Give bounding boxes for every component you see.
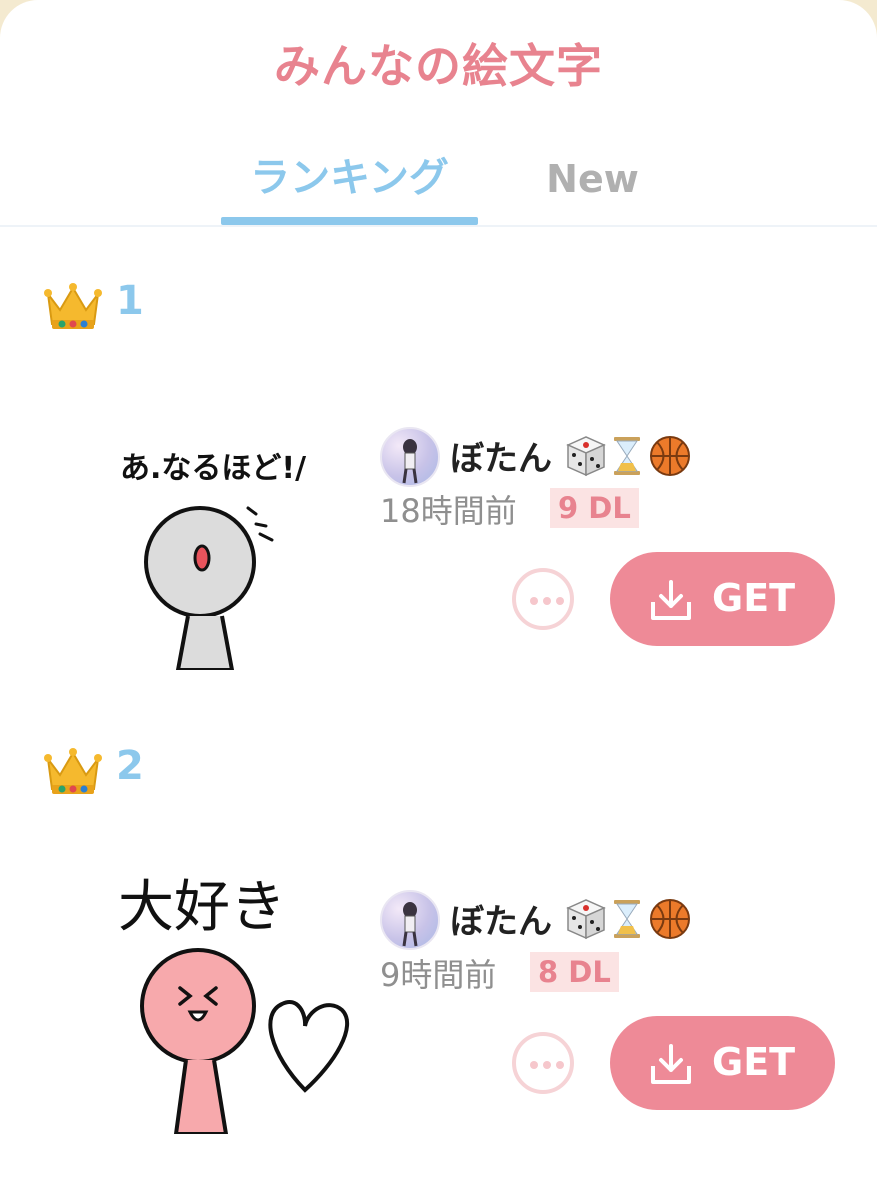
hourglass-icon: [614, 437, 640, 475]
hourglass-icon: [614, 900, 640, 938]
sticker-image[interactable]: 大好き: [110, 864, 350, 1134]
more-options-button[interactable]: [512, 568, 574, 630]
author-emojis: [566, 436, 690, 477]
crown-icon: [44, 283, 102, 329]
tab-bar: ランキング New: [0, 145, 877, 225]
sticker-text: あ.なるほど!/: [120, 451, 306, 486]
dice-icon: [566, 899, 606, 940]
sticker-text: 大好き: [118, 875, 286, 940]
basketball-icon: [650, 436, 690, 476]
get-button[interactable]: GET: [610, 1016, 835, 1110]
sticker-image[interactable]: あ.なるほど!/: [110, 400, 350, 670]
get-button[interactable]: GET: [610, 552, 835, 646]
author-name: ぼたん: [450, 439, 552, 479]
get-button-label: GET: [712, 1040, 796, 1084]
crown-icon: [44, 748, 102, 794]
download-icon: [651, 1044, 691, 1084]
dice-icon: [566, 436, 606, 477]
basketball-icon: [650, 899, 690, 939]
author-avatar[interactable]: [380, 427, 440, 487]
download-icon: [651, 580, 691, 620]
tab-ranking[interactable]: ランキング: [221, 145, 478, 225]
rank-number: 1: [116, 278, 144, 324]
tab-new-label: New: [546, 157, 639, 201]
page-title: みんなの絵文字: [274, 39, 603, 93]
posted-time: 18時間前: [380, 492, 517, 530]
tab-ranking-label: ランキング: [250, 155, 449, 201]
author-emojis: [566, 899, 690, 940]
author-name: ぼたん: [450, 902, 552, 942]
more-options-button[interactable]: [512, 1032, 574, 1094]
app-sheet: みんなの絵文字 ランキング New 1 あ.なるほど!/ ぼたん 18時間前 9…: [0, 0, 877, 1194]
tab-active-indicator: [221, 217, 478, 225]
author-avatar[interactable]: [380, 890, 440, 950]
rank-number: 2: [116, 743, 144, 789]
download-count-badge: 8 DL: [530, 952, 619, 992]
download-count-badge: 9 DL: [550, 488, 639, 528]
posted-time: 9時間前: [380, 956, 497, 994]
tab-divider: [0, 225, 877, 227]
get-button-label: GET: [712, 576, 796, 620]
